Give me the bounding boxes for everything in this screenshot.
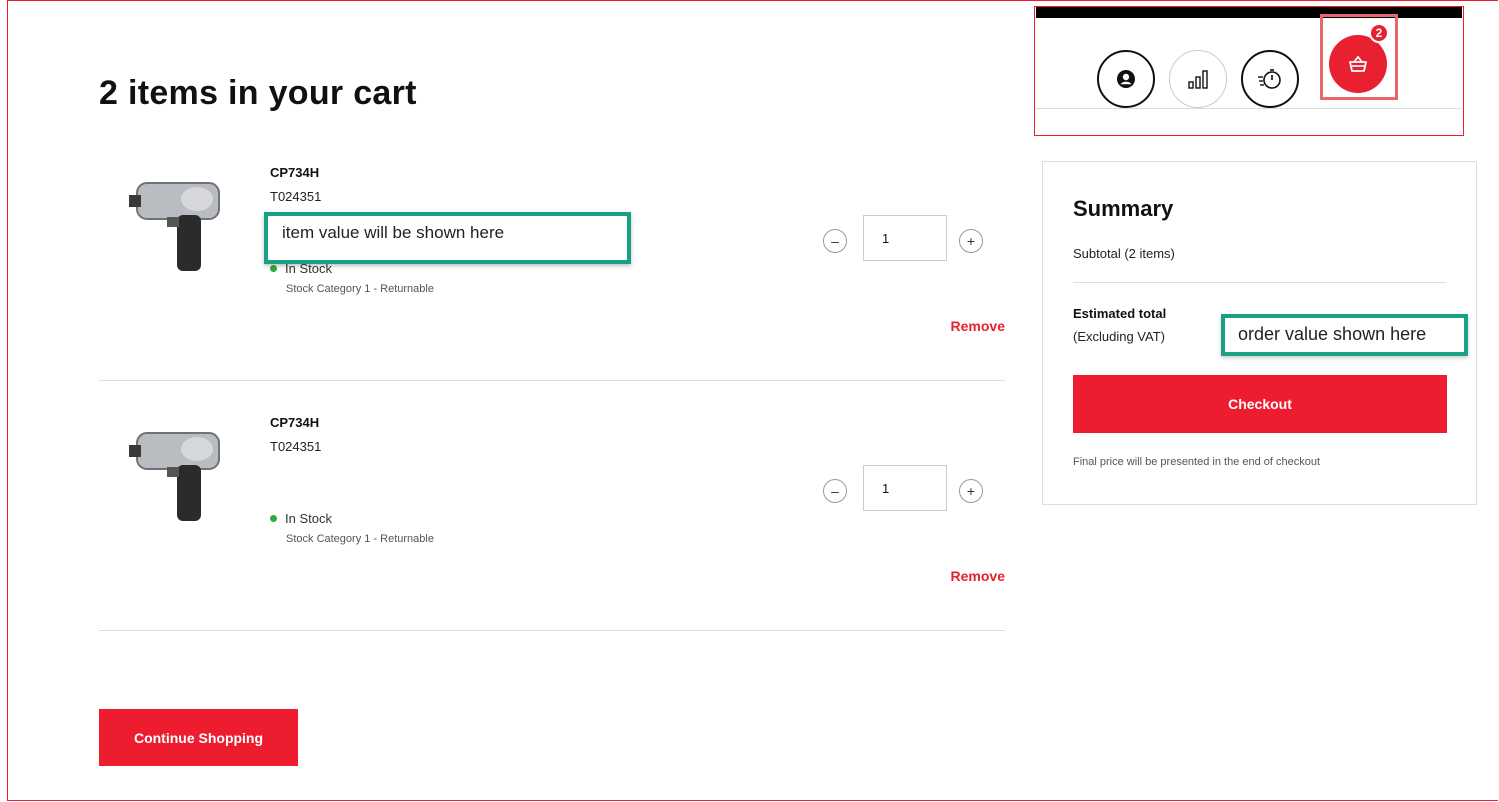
stock-status: In Stock (270, 511, 332, 526)
estimated-total-label: Estimated total (1073, 306, 1167, 321)
quantity-increase-button[interactable]: + (959, 229, 983, 253)
account-button[interactable] (1097, 50, 1155, 108)
stock-category: Stock Category 1 - Returnable (286, 283, 434, 295)
plus-icon: + (966, 233, 976, 249)
subtotal-label: Subtotal (2 items) (1073, 246, 1175, 261)
product-name[interactable]: CP734H (270, 165, 319, 180)
continue-shopping-button[interactable]: Continue Shopping (99, 709, 298, 766)
in-stock-dot-icon (270, 515, 277, 522)
basket-icon (1349, 55, 1367, 72)
item-divider (99, 380, 1005, 381)
quantity-input[interactable] (863, 215, 947, 261)
impact-wrench-image (129, 432, 220, 521)
quick-order-icon (1258, 69, 1281, 89)
cart-count-badge: 2 (1369, 23, 1389, 43)
quantity-decrease-button[interactable]: – (823, 479, 847, 503)
excluding-vat-label: (Excluding VAT) (1073, 329, 1165, 344)
item-divider (99, 630, 1005, 631)
quick-order-button[interactable] (1241, 50, 1299, 108)
account-icon (1117, 70, 1135, 88)
header-top-bar (1036, 7, 1462, 18)
quantity-input[interactable] (863, 465, 947, 511)
in-stock-dot-icon (270, 265, 277, 272)
header-divider (1036, 108, 1462, 109)
product-sku: T024351 (270, 439, 322, 454)
summary-divider (1073, 282, 1446, 283)
minus-icon: – (831, 483, 839, 499)
minus-icon: – (831, 233, 839, 249)
cart-button[interactable] (1329, 35, 1387, 93)
remove-item-link[interactable]: Remove (951, 318, 1005, 334)
summary-title: Summary (1073, 196, 1174, 221)
remove-item-link[interactable]: Remove (951, 568, 1005, 584)
cart-item: CP734H T024351 In Stock Stock Category 1… (99, 385, 1005, 635)
plus-icon: + (966, 483, 976, 499)
stock-status-label: In Stock (285, 511, 332, 526)
product-sku: T024351 (270, 189, 322, 204)
impact-wrench-image (129, 182, 220, 271)
stock-category: Stock Category 1 - Returnable (286, 533, 434, 545)
order-value-annotation: order value shown here (1221, 314, 1468, 356)
product-name[interactable]: CP734H (270, 415, 319, 430)
checkout-note: Final price will be presented in the end… (1073, 456, 1321, 468)
checkout-button[interactable]: Checkout (1073, 375, 1447, 433)
item-value-annotation: item value will be shown here (264, 212, 631, 264)
compare-button[interactable] (1169, 50, 1227, 108)
quantity-decrease-button[interactable]: – (823, 229, 847, 253)
page-title: 2 items in your cart (99, 74, 417, 112)
quantity-increase-button[interactable]: + (959, 479, 983, 503)
compare-icon (1188, 70, 1208, 89)
